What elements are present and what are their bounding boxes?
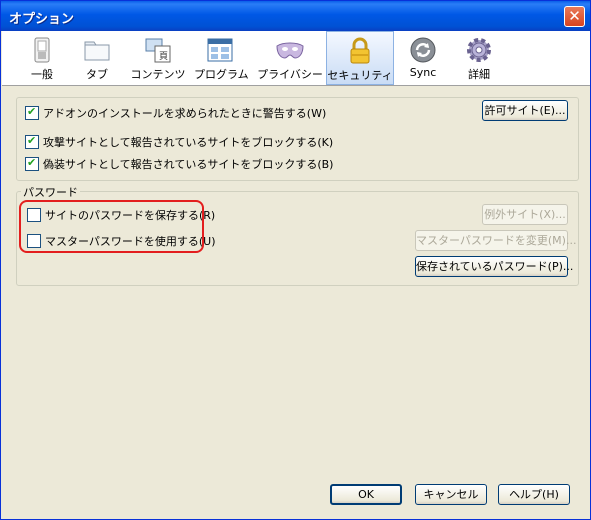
saved-passwords-button[interactable]: 保存されているパスワード(P)...	[415, 256, 573, 277]
tab-general[interactable]: 一般	[20, 31, 64, 85]
tab-label: Sync	[409, 66, 437, 79]
checkbox-checked[interactable]	[25, 105, 39, 120]
close-button[interactable]: ✕	[564, 6, 585, 27]
applications-icon	[207, 38, 233, 62]
tab-label: コンテンツ	[130, 68, 186, 81]
tab-label: 詳細	[468, 68, 490, 81]
tab-content[interactable]: 頁 コンテンツ	[130, 31, 186, 85]
addon-exceptions-button[interactable]: 許可サイト(E)...	[482, 100, 568, 121]
tab-label: プログラム	[194, 68, 249, 81]
folder-tab-icon	[84, 41, 110, 61]
switch-icon	[34, 37, 50, 63]
checkbox-label: 偽装サイトとして報告されているサイトをブロックする(B)	[43, 158, 334, 171]
options-dialog: オプション ✕ 一般 タブ 頁 コンテンツ プログラム プライバシー セキュリテ…	[0, 0, 591, 520]
tab-tabs[interactable]: タブ	[76, 31, 118, 85]
cancel-button[interactable]: キャンセル	[415, 484, 487, 505]
padlock-icon	[350, 37, 370, 64]
content-icon: 頁	[145, 38, 171, 63]
highlight-annotation	[19, 200, 204, 253]
title-bar[interactable]: オプション ✕	[1, 1, 590, 31]
help-button[interactable]: ヘルプ(H)	[498, 484, 570, 505]
password-exceptions-button[interactable]: 例外サイト(X)...	[482, 204, 568, 225]
tab-security[interactable]: セキュリティ	[326, 31, 394, 85]
tab-label: セキュリティ	[327, 69, 393, 82]
window-title: オプション	[9, 12, 75, 27]
checkbox-label: 攻撃サイトとして報告されているサイトをブロックする(K)	[43, 136, 334, 149]
checkbox-label: アドオンのインストールを求められたときに警告する(W)	[43, 107, 327, 120]
svg-text:頁: 頁	[159, 51, 168, 62]
tab-label: 一般	[31, 68, 53, 81]
tab-advanced[interactable]: 詳細	[458, 31, 500, 85]
mask-icon	[276, 42, 304, 59]
tab-applications[interactable]: プログラム	[194, 31, 249, 85]
ok-button[interactable]: OK	[330, 484, 402, 505]
checkbox-checked[interactable]	[25, 134, 39, 149]
tab-sync[interactable]: Sync	[402, 31, 444, 85]
tab-privacy[interactable]: プライバシー	[257, 31, 323, 85]
gear-icon	[467, 38, 491, 62]
checkbox-checked[interactable]	[25, 156, 39, 171]
tab-label: タブ	[86, 68, 108, 81]
category-toolbar: 一般 タブ 頁 コンテンツ プログラム プライバシー セキュリティ Sync 詳…	[2, 31, 590, 86]
close-icon: ✕	[568, 7, 581, 25]
password-group-label: パスワード	[21, 184, 80, 200]
tab-label: プライバシー	[257, 68, 323, 81]
sync-icon	[410, 37, 436, 63]
change-master-password-button[interactable]: マスターパスワードを変更(M)...	[415, 230, 576, 251]
